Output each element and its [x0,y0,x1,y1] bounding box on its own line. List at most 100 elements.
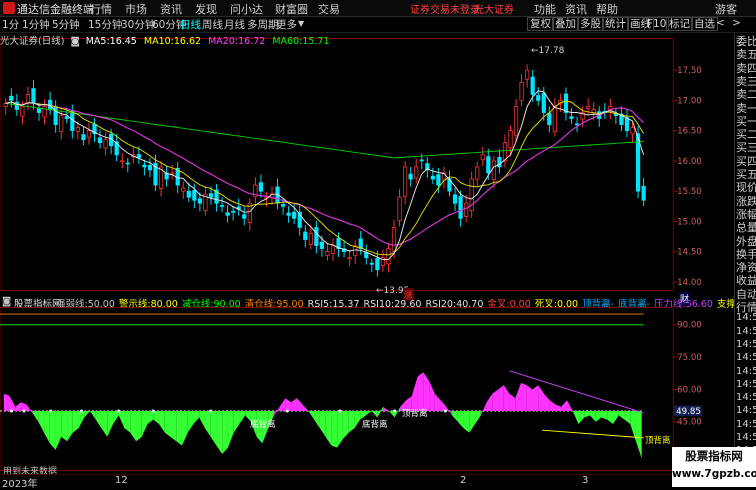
overlay-button[interactable]: 叠加 [552,17,579,31]
candlestick-chart[interactable]: 17.50 17.00 16.50 16.00 15.50 15.00 14.50 14.00 [0,33,703,296]
period-5min[interactable]: 5分钟 [52,17,80,32]
candle-body [208,193,214,198]
indicator-fill-segment [383,406,389,412]
indicator-fill-segment [55,411,62,450]
indicator-fill-segment [170,411,177,442]
menu-quotes[interactable]: 行情 [90,1,112,17]
period-1min-tick[interactable]: 1分 [2,17,19,32]
indicator-fill-segment [549,400,556,412]
indicator-fill-segment [526,385,533,412]
quote-side-item[interactable]: 14:5 [736,366,756,377]
indicator-current-value: 49.85 [676,407,701,417]
period-15min[interactable]: 15分钟 [88,17,122,32]
indicator-fill-segment [480,402,487,416]
period-multi[interactable]: 多周期 [247,17,279,32]
quote-side-item[interactable]: 14:5 [736,392,756,403]
bottom-divergence-label-1: 底背离 [250,420,276,430]
ma20-value: 16.72 [238,36,266,47]
quote-side-item[interactable]: 14:5 [736,352,756,363]
multi-stock-button[interactable]: 多股 [577,17,604,31]
quote-side-item[interactable]: 14:5 [736,312,756,323]
price-tick-label: 17.00 [677,96,702,106]
indicator-fill-segment [572,411,579,424]
period-1min[interactable]: 1分钟 [22,17,50,32]
candle-body [486,156,491,174]
menu-market[interactable]: 市场 [125,1,147,17]
indicator-fill-segment [538,385,545,412]
candle-body [330,245,336,254]
indicator-fill-segment [624,411,631,424]
candle-body [408,173,413,180]
mark-button[interactable]: 标记 [666,17,693,31]
login-warning[interactable]: 证券交易未登录 [410,1,480,16]
indicator-fill-segment [136,411,142,442]
watchlist-button[interactable]: 自选 [691,17,718,31]
indicator-fill-segment [589,411,596,422]
adjust-button[interactable]: 复权 [527,17,554,31]
candle-body [192,189,197,201]
chevron-right-icon[interactable]: > [732,17,741,29]
user-name[interactable]: 游客 [715,1,737,17]
chevron-down-icon[interactable]: ▼ [298,19,304,28]
candle-body [219,205,225,207]
indicator-fill-segment [181,411,188,446]
indicator-fill-segment [475,411,481,424]
indicator-fill-segment [342,411,349,440]
menu-wealth[interactable]: 财富圈 [275,1,308,17]
period-day[interactable]: 日线 [180,17,201,32]
period-more[interactable]: 更多 [276,17,297,32]
indicator-fill-segment [354,411,361,429]
quote-side-item[interactable]: 14:5 [736,326,756,337]
menu-function[interactable]: 功能 [534,1,556,17]
candle-body [142,164,147,168]
indicator-fill-segment [452,411,458,422]
indicator-fill-segment [555,404,562,412]
candle-body [286,212,291,216]
candle-body [292,211,297,219]
stock-title: 光大证券(日线) [0,36,65,47]
chevron-left-icon[interactable]: < [716,17,725,29]
indicator-chart[interactable]: 90.0075.0060.0045.0030.0049.85 [0,304,703,474]
high-price-label: ←17.78 [531,46,565,56]
quote-side-item[interactable]: 14:5 [736,419,756,430]
indicator-fill-segment [492,389,499,412]
price-axis: 17.50 17.00 16.50 16.00 15.50 15.00 14.50 14.00 [673,66,702,288]
indicator-fill-segment [348,411,355,433]
candle-body [458,196,463,219]
date-label-2023: 2023年 [2,479,38,490]
cross-marker [443,409,447,413]
menu-trade[interactable]: 交易 [318,1,340,17]
indicator-fill-segment [204,411,211,437]
menu-help[interactable]: 帮助 [596,1,618,17]
indicator-fill-segment [84,411,91,418]
settings-icon[interactable]: ◙ [70,36,79,47]
menu-news[interactable]: 资讯 [160,1,182,17]
candle-body [574,123,580,126]
quote-side-item[interactable]: 14:5 [736,405,756,416]
quote-side-item[interactable]: 14:5 [736,339,756,350]
indicator-fill-segment [532,385,539,412]
indicator-fill-segment [302,404,309,412]
menu-ask[interactable]: 问小达 [230,1,263,17]
candle-body [541,92,546,113]
indicator-fill-segment [164,411,171,437]
indicator-fill-segment [498,385,504,412]
quote-side-item[interactable]: 14:5 [736,379,756,390]
indicator-fill-segment [429,380,435,412]
quote-side-item[interactable]: 14:5 [736,432,756,443]
menu-info[interactable]: 资讯 [565,1,587,17]
period-30min[interactable]: 30分钟 [121,17,155,32]
indicator-fill-segment [331,411,338,448]
broker-name: 光大证券 [474,5,514,16]
indicator-fill-segment [469,411,476,433]
indicator-fill-segment [601,411,608,420]
indicator-fill-segment [233,411,240,433]
stats-button[interactable]: 统计 [602,17,629,31]
period-week[interactable]: 周线 [202,17,223,32]
menu-discover[interactable]: 发现 [195,1,217,17]
indicator-fill-segment [509,393,516,412]
indicator-fill-segment [147,411,154,424]
period-month[interactable]: 月线 [224,17,245,32]
candle-body [519,81,524,101]
candle-body [347,257,352,260]
